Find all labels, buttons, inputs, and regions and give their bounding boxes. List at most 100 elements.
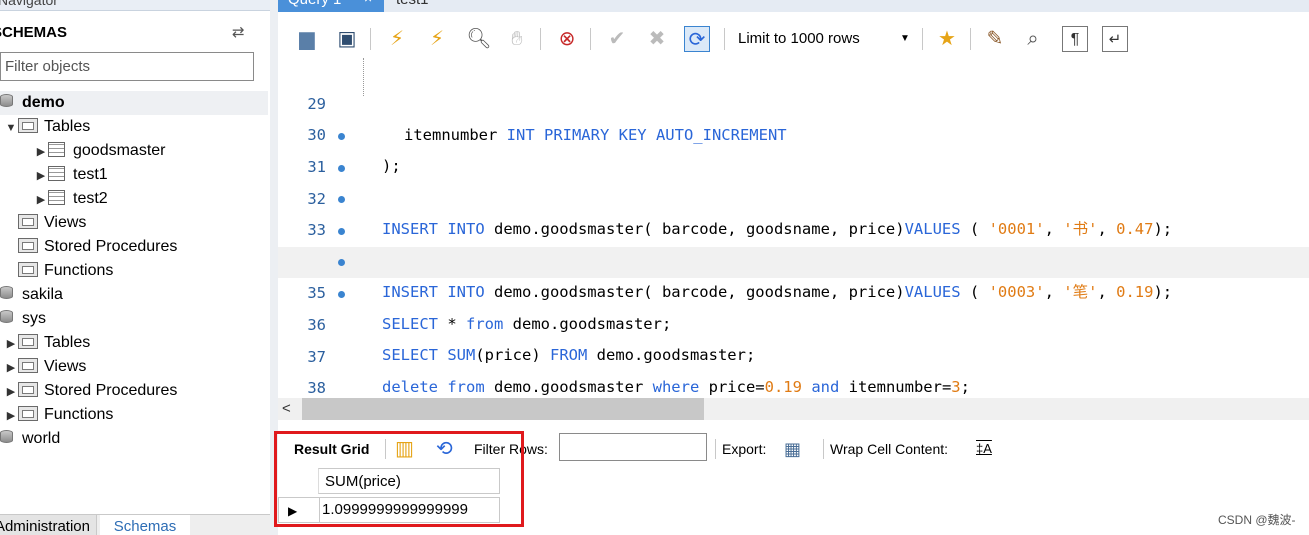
table-test1[interactable]: ▶ test1 xyxy=(34,163,108,187)
beautify-brush-icon[interactable]: ✎ xyxy=(982,26,1008,52)
limit-rows-label: Limit to 1000 rows xyxy=(738,30,860,47)
collapsed-arrow-icon[interactable]: ▶ xyxy=(34,188,48,212)
toolbar-separator xyxy=(370,28,371,50)
demo-tables-label: Tables xyxy=(44,118,91,135)
sidebar-tabs: Administration Schemas xyxy=(0,514,270,535)
rollback-icon[interactable]: ✖ xyxy=(644,26,670,52)
add-snippet-star-icon[interactable]: ★ xyxy=(934,26,960,52)
code-line: 36 delete from demo.goodsmaster where pr… xyxy=(278,279,1309,396)
collapsed-arrow-icon[interactable]: ▶ xyxy=(34,164,48,188)
tab-schemas-label: Schemas xyxy=(113,518,177,535)
collapsed-arrow-icon[interactable]: ▶ xyxy=(4,380,18,404)
wrap-cell-toggle-icon[interactable]: ‡A xyxy=(976,432,992,466)
sql-editor[interactable]: 29 itemnumber INT PRIMARY KEY AUTO_INCRE… xyxy=(278,58,1309,398)
dropdown-caret-icon: ▼ xyxy=(900,33,910,44)
open-file-icon[interactable]: ▆ xyxy=(294,26,320,52)
table-icon xyxy=(48,190,65,205)
table-test2-label: test2 xyxy=(73,190,108,207)
schema-world[interactable]: world xyxy=(0,427,60,451)
schema-world-label: world xyxy=(22,430,61,447)
table-icon xyxy=(48,142,65,157)
toggle-stop-on-error-icon[interactable]: ⊗ xyxy=(554,26,580,52)
execute-current-icon[interactable]: ⚡ xyxy=(424,26,450,52)
filter-rows-input[interactable] xyxy=(559,433,707,461)
folder-icon xyxy=(18,334,38,349)
navigator-header: Navigator xyxy=(0,0,270,11)
statement-marker-icon xyxy=(338,165,345,172)
statement-marker-icon xyxy=(338,291,345,298)
execute-lightning-icon[interactable]: ⚡ xyxy=(384,26,410,52)
close-tab-icon[interactable]: × xyxy=(364,0,372,6)
refresh-schemas-icon[interactable]: ⇄ xyxy=(232,23,245,41)
sys-views-folder[interactable]: ▶ Views xyxy=(4,355,86,379)
statement-marker-icon xyxy=(338,228,345,235)
table-goodsmaster-label: goodsmaster xyxy=(73,142,166,159)
folder-icon xyxy=(18,358,38,373)
tab-query-1[interactable]: Query 1 × xyxy=(278,0,384,12)
statement-marker-icon xyxy=(338,196,345,203)
autocommit-toggle-icon[interactable]: ⟳ xyxy=(684,26,710,52)
fold-guide xyxy=(363,58,365,96)
code-line: 32 INSERT INTO demo.goodsmaster( barcode… xyxy=(278,153,1309,270)
toolbar-separator xyxy=(823,439,824,459)
collapsed-arrow-icon[interactable]: ▶ xyxy=(4,332,18,356)
tab-administration[interactable]: Administration xyxy=(0,515,97,535)
collapsed-arrow-icon[interactable]: ▶ xyxy=(34,140,48,164)
table-goodsmaster[interactable]: ▶ goodsmaster xyxy=(34,139,166,163)
navigator-header-label: Navigator xyxy=(0,0,58,8)
toolbar-separator xyxy=(970,28,971,50)
sys-stored-procedures-label: Stored Procedures xyxy=(44,382,178,399)
limit-rows-select[interactable]: Limit to 1000 rows ▼ xyxy=(734,26,914,52)
sys-stored-procedures-folder[interactable]: ▶ Stored Procedures xyxy=(4,379,177,403)
code-line: 30 ); xyxy=(278,89,1309,175)
table-test2[interactable]: ▶ test2 xyxy=(34,187,108,211)
demo-functions-folder[interactable]: Functions xyxy=(18,259,113,283)
schema-demo[interactable]: demo xyxy=(0,91,268,115)
code-line: 37 xyxy=(278,311,1309,366)
expanded-arrow-icon[interactable]: ▼ xyxy=(4,116,18,140)
database-icon xyxy=(0,286,14,300)
database-icon xyxy=(0,94,14,108)
export-icon[interactable]: ▦ xyxy=(784,432,801,466)
code-line: 34 SELECT * from demo.goodsmaster; xyxy=(278,216,1309,333)
schema-sys-label: sys xyxy=(22,310,46,327)
toolbar-separator xyxy=(724,28,725,50)
collapsed-arrow-icon[interactable]: ▶ xyxy=(4,356,18,380)
schema-sakila[interactable]: sakila xyxy=(0,283,63,307)
tab-test1[interactable]: test1 xyxy=(396,0,429,8)
schema-demo-label: demo xyxy=(22,94,65,111)
code-line-current: 35 SELECT SUM(price) FROM demo.goodsmast… xyxy=(278,247,1309,364)
save-icon[interactable]: ▣ xyxy=(334,26,360,52)
table-icon xyxy=(48,166,65,181)
tab-administration-label: Administration xyxy=(0,518,90,535)
schema-sys[interactable]: sys xyxy=(0,307,46,331)
folder-icon xyxy=(18,118,38,133)
red-highlight-box xyxy=(274,431,524,527)
sys-functions-label: Functions xyxy=(44,406,114,423)
demo-tables-folder[interactable]: ▼ Tables xyxy=(4,115,90,139)
navigator-sidebar: Navigator SCHEMAS ⇄ demo ▼ Tables ▶ goodsm… xyxy=(0,0,270,535)
explain-magnifier-icon[interactable]: 🔍︎ xyxy=(466,26,492,52)
database-icon xyxy=(0,430,14,444)
stop-icon[interactable]: ✋︎ xyxy=(504,26,530,52)
editor-horizontal-scrollbar[interactable]: < xyxy=(278,398,1309,420)
tab-query-1-label: Query 1 xyxy=(288,0,341,8)
sys-tables-folder[interactable]: ▶ Tables xyxy=(4,331,90,355)
demo-views-folder[interactable]: Views xyxy=(18,211,86,235)
collapsed-arrow-icon[interactable]: ▶ xyxy=(4,404,18,428)
filter-objects-input[interactable] xyxy=(0,52,254,81)
invisible-characters-icon[interactable]: ¶ xyxy=(1062,26,1088,52)
scrollbar-thumb[interactable] xyxy=(302,398,704,420)
code-line: 31 INSERT INTO demo.goodsmaster( barcode… xyxy=(278,121,1309,238)
demo-stored-procedures-folder[interactable]: Stored Procedures xyxy=(18,235,177,259)
scroll-left-icon[interactable]: < xyxy=(282,398,291,420)
commit-icon[interactable]: ✔ xyxy=(604,26,630,52)
demo-views-label: Views xyxy=(44,214,87,231)
sys-functions-folder[interactable]: ▶ Functions xyxy=(4,403,113,427)
find-magnifier-icon[interactable]: ⌕ xyxy=(1020,26,1046,52)
word-wrap-icon[interactable]: ↵ xyxy=(1102,26,1128,52)
tab-schemas[interactable]: Schemas xyxy=(100,515,190,535)
code-line: 33 INSERT INTO demo.goodsmaster( barcode… xyxy=(278,184,1309,301)
table-test1-label: test1 xyxy=(73,166,108,183)
folder-icon xyxy=(18,238,38,253)
